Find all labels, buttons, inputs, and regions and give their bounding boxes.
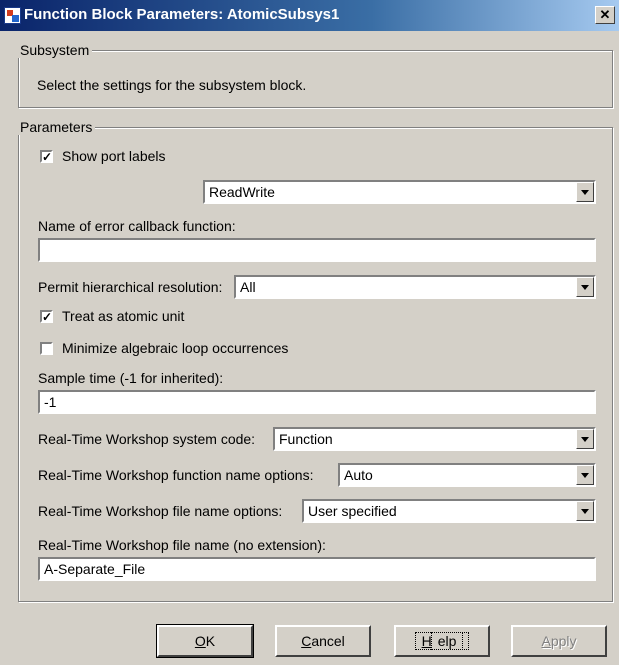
help-label: Help [414, 632, 470, 650]
ok-label: OK [194, 633, 216, 649]
rtw-file-name-options-value: User specified [308, 503, 397, 519]
subsystem-legend: Subsystem [17, 42, 93, 58]
close-button[interactable]: ✕ [595, 6, 615, 24]
rtw-function-name-value: Auto [344, 467, 373, 483]
sample-time-label: Sample time (-1 for inherited): [38, 370, 224, 386]
rtw-file-name-label: Real-Time Workshop file name (no extensi… [38, 537, 326, 553]
subsystem-description: Select the settings for the subsystem bl… [37, 77, 307, 93]
apply-button[interactable]: Apply [511, 625, 607, 657]
parameters-legend: Parameters [17, 119, 96, 135]
subsystem-group: Subsystem Select the settings for the su… [17, 42, 613, 108]
minimize-loops-checkbox[interactable] [40, 342, 53, 355]
hierarchical-resolution-label: Permit hierarchical resolution: [38, 279, 223, 295]
sample-time-input[interactable]: -1 [38, 390, 596, 414]
cancel-button[interactable]: Cancel [275, 625, 371, 657]
read-write-select[interactable]: ReadWrite [203, 180, 596, 204]
simulink-block-icon [4, 7, 21, 24]
minimize-loops-label: Minimize algebraic loop occurrences [62, 340, 289, 356]
chevron-down-icon[interactable] [576, 182, 594, 202]
rtw-system-code-select[interactable]: Function [273, 427, 596, 451]
rtw-function-name-label: Real-Time Workshop function name options… [38, 467, 314, 483]
rtw-system-code-value: Function [279, 431, 333, 447]
treat-atomic-checkbox[interactable]: ✓ [40, 310, 53, 323]
chevron-down-icon[interactable] [576, 465, 594, 485]
chevron-down-icon[interactable] [576, 501, 594, 521]
rtw-file-name-options-label: Real-Time Workshop file name options: [38, 503, 283, 519]
rtw-system-code-label: Real-Time Workshop system code: [38, 431, 256, 447]
apply-label: Apply [541, 633, 577, 649]
rtw-function-name-select[interactable]: Auto [338, 463, 596, 487]
cancel-label: Cancel [301, 633, 345, 649]
help-button[interactable]: Help [394, 625, 490, 657]
rtw-file-name-options-select[interactable]: User specified [302, 499, 596, 523]
chevron-down-icon[interactable] [576, 429, 594, 449]
window-title: Function Block Parameters: AtomicSubsys1 [24, 6, 340, 23]
ok-button[interactable]: OK [156, 624, 254, 658]
close-icon: ✕ [599, 7, 611, 22]
rtw-file-name-input[interactable]: A-Separate_File [38, 557, 596, 581]
error-callback-input[interactable] [38, 238, 596, 262]
show-port-labels-checkbox[interactable]: ✓ [40, 150, 53, 163]
error-callback-label: Name of error callback function: [38, 218, 236, 234]
check-icon: ✓ [42, 150, 53, 164]
hierarchical-resolution-value: All [240, 279, 256, 295]
treat-atomic-label: Treat as atomic unit [62, 308, 185, 324]
hierarchical-resolution-select[interactable]: All [234, 275, 596, 299]
title-bar[interactable]: Function Block Parameters: AtomicSubsys1… [0, 0, 619, 31]
show-port-labels-label: Show port labels [62, 148, 166, 164]
chevron-down-icon[interactable] [576, 277, 594, 297]
check-icon: ✓ [42, 310, 53, 324]
read-write-value: ReadWrite [209, 184, 275, 200]
